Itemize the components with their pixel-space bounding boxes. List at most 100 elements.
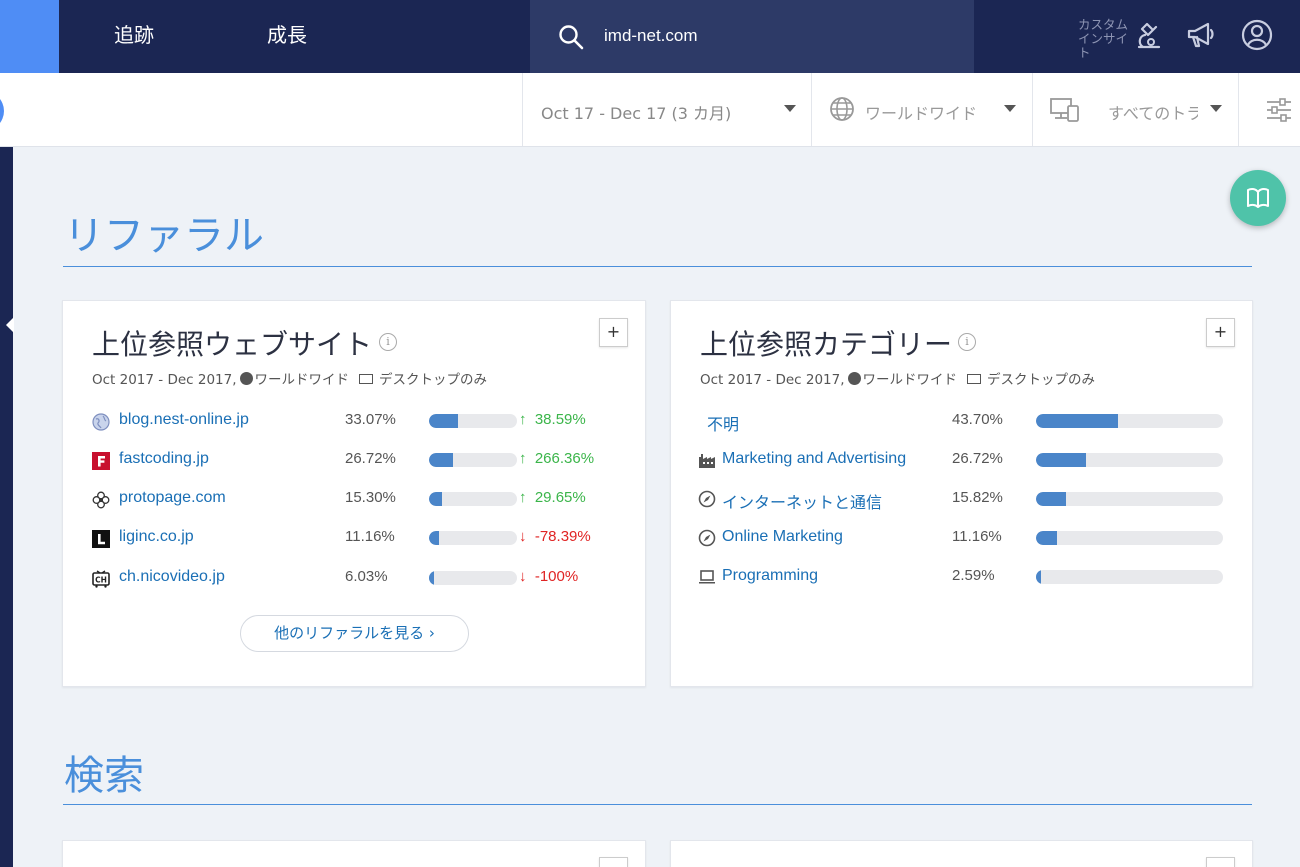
- category-link[interactable]: Marketing and Advertising: [722, 450, 906, 468]
- search-card-left: [62, 840, 646, 867]
- user-account-icon[interactable]: [1240, 18, 1274, 52]
- traffic-share: 26.72%: [952, 450, 1003, 467]
- laptop-icon: [699, 570, 715, 584]
- collapse-arrow-icon[interactable]: [6, 317, 14, 333]
- compass-icon: [698, 529, 716, 547]
- svg-text:CH: CH: [95, 576, 107, 585]
- traffic-share: 43.70%: [952, 411, 1003, 428]
- traffic-share: 26.72%: [345, 450, 396, 467]
- region-value: ワールドワイド: [865, 104, 978, 123]
- section-divider: [63, 266, 1252, 267]
- search-icon: [559, 25, 584, 50]
- card-meta: Oct 2017 - Dec 2017, ワールドワイド デスクトップのみ: [700, 372, 1096, 388]
- category-link[interactable]: インターネットと通信: [722, 489, 882, 513]
- settings-filter-button[interactable]: [1238, 73, 1300, 146]
- add-to-dashboard-button[interactable]: +: [1206, 318, 1235, 347]
- traffic-share: 11.16%: [345, 528, 395, 545]
- referral-site-link[interactable]: protopage.com: [119, 489, 226, 507]
- share-bar: [429, 531, 517, 545]
- list-item: Online Marketing 11.16%: [671, 526, 1252, 550]
- section-divider: [63, 804, 1252, 805]
- list-item: blog.nest-online.jp 33.07% ↑ 38.59%: [63, 409, 645, 433]
- book-icon: [1247, 187, 1269, 208]
- add-to-dashboard-button[interactable]: [599, 857, 628, 867]
- traffic-share: 15.82%: [952, 489, 1003, 506]
- share-bar: [429, 492, 517, 506]
- list-item: 不明 43.70%: [671, 409, 1252, 435]
- top-nav-bar: 追跡 成長 カスタムインサイト: [0, 0, 1300, 73]
- site-search-box[interactable]: [530, 0, 974, 73]
- search-input[interactable]: [604, 22, 944, 50]
- referral-site-link[interactable]: fastcoding.jp: [119, 450, 209, 468]
- traffic-source-value: すべてのトラ: [1108, 104, 1198, 123]
- info-icon[interactable]: i: [379, 333, 397, 351]
- category-link[interactable]: Programming: [722, 567, 818, 585]
- change-value: ↑ 38.59%: [519, 411, 586, 428]
- category-link[interactable]: 不明: [707, 411, 739, 435]
- referral-section-title: リファラル: [64, 213, 264, 259]
- share-bar: [1036, 414, 1223, 428]
- region-dropdown[interactable]: ワールドワイド: [811, 73, 1032, 146]
- ch-favicon-icon: CH: [92, 570, 110, 588]
- chevron-down-icon: [1210, 105, 1222, 112]
- tab-tracking[interactable]: 追跡: [114, 0, 154, 73]
- category-link[interactable]: Online Marketing: [722, 528, 843, 546]
- left-sidebar-rail: [0, 147, 14, 867]
- share-bar: [429, 453, 517, 467]
- add-to-dashboard-button[interactable]: +: [599, 318, 628, 347]
- date-range-value: Oct 17 - Dec 17 (3 カ月): [541, 104, 732, 123]
- date-range-dropdown[interactable]: Oct 17 - Dec 17 (3 カ月): [522, 73, 811, 146]
- traffic-share: 15.30%: [345, 489, 396, 506]
- traffic-share: 2.59%: [952, 567, 995, 584]
- help-guide-button[interactable]: [1230, 170, 1286, 226]
- globe-icon: [847, 372, 861, 385]
- search-section-title: 検索: [64, 753, 144, 799]
- search-card-right: [670, 840, 1253, 867]
- sliders-icon: [1267, 98, 1291, 122]
- list-item: protopage.com 15.30% ↑ 29.65%: [63, 487, 645, 511]
- globe-icon: [830, 97, 854, 121]
- share-bar: [429, 414, 517, 428]
- chevron-down-icon: [784, 105, 796, 112]
- compass-icon: [698, 490, 716, 508]
- see-more-referrals-button[interactable]: 他のリファラルを見る ›: [240, 615, 469, 652]
- info-icon[interactable]: i: [958, 333, 976, 351]
- custom-insight-label[interactable]: カスタムインサイト: [1078, 18, 1128, 60]
- change-value: ↑ 266.36%: [519, 450, 595, 467]
- traffic-share: 6.03%: [345, 568, 388, 585]
- traffic-share: 11.16%: [952, 528, 1002, 545]
- globe-favicon-icon: [92, 413, 110, 431]
- share-bar: [1036, 492, 1223, 506]
- referral-site-link[interactable]: blog.nest-online.jp: [119, 411, 249, 429]
- list-item: liginc.co.jp 11.16% ↓ -78.39%: [63, 526, 645, 550]
- traffic-share: 33.07%: [345, 411, 396, 428]
- card-meta: Oct 2017 - Dec 2017, ワールドワイド デスクトップのみ: [92, 372, 488, 388]
- add-to-dashboard-button[interactable]: [1206, 857, 1235, 867]
- referral-site-link[interactable]: ch.nicovideo.jp: [119, 568, 225, 586]
- sidebar-toggle-button[interactable]: [0, 91, 4, 131]
- globe-icon: [239, 372, 253, 385]
- share-bar: [1036, 453, 1223, 467]
- share-bar: [429, 571, 517, 585]
- list-item: Programming 2.59%: [671, 565, 1252, 589]
- tab-growth[interactable]: 成長: [267, 0, 307, 73]
- change-value: ↑ 29.65%: [519, 489, 586, 506]
- megaphone-icon[interactable]: [1184, 18, 1218, 52]
- referral-site-link[interactable]: liginc.co.jp: [119, 528, 194, 546]
- top-referring-sites-card: 上位参照ウェブサイト i + Oct 2017 - Dec 2017, ワールドワ…: [62, 300, 646, 687]
- flower-favicon-icon: [92, 491, 110, 509]
- microscope-icon[interactable]: [1131, 18, 1165, 52]
- desktop-icon: [359, 374, 374, 384]
- traffic-source-dropdown[interactable]: すべてのトラ: [1032, 73, 1238, 146]
- card-title: 上位参照ウェブサイト: [92, 328, 373, 361]
- f-favicon-icon: [92, 452, 110, 470]
- list-item: CH ch.nicovideo.jp 6.03% ↓ -100%: [63, 566, 645, 590]
- devices-icon: [1050, 98, 1079, 122]
- nav-tab-active-edge[interactable]: [0, 0, 59, 73]
- change-value: ↓ -78.39%: [519, 528, 591, 545]
- share-bar: [1036, 531, 1223, 545]
- desktop-icon: [967, 374, 982, 384]
- change-value: ↓ -100%: [519, 568, 579, 585]
- l-favicon-icon: [92, 530, 110, 548]
- list-item: Marketing and Advertising 26.72%: [671, 448, 1252, 472]
